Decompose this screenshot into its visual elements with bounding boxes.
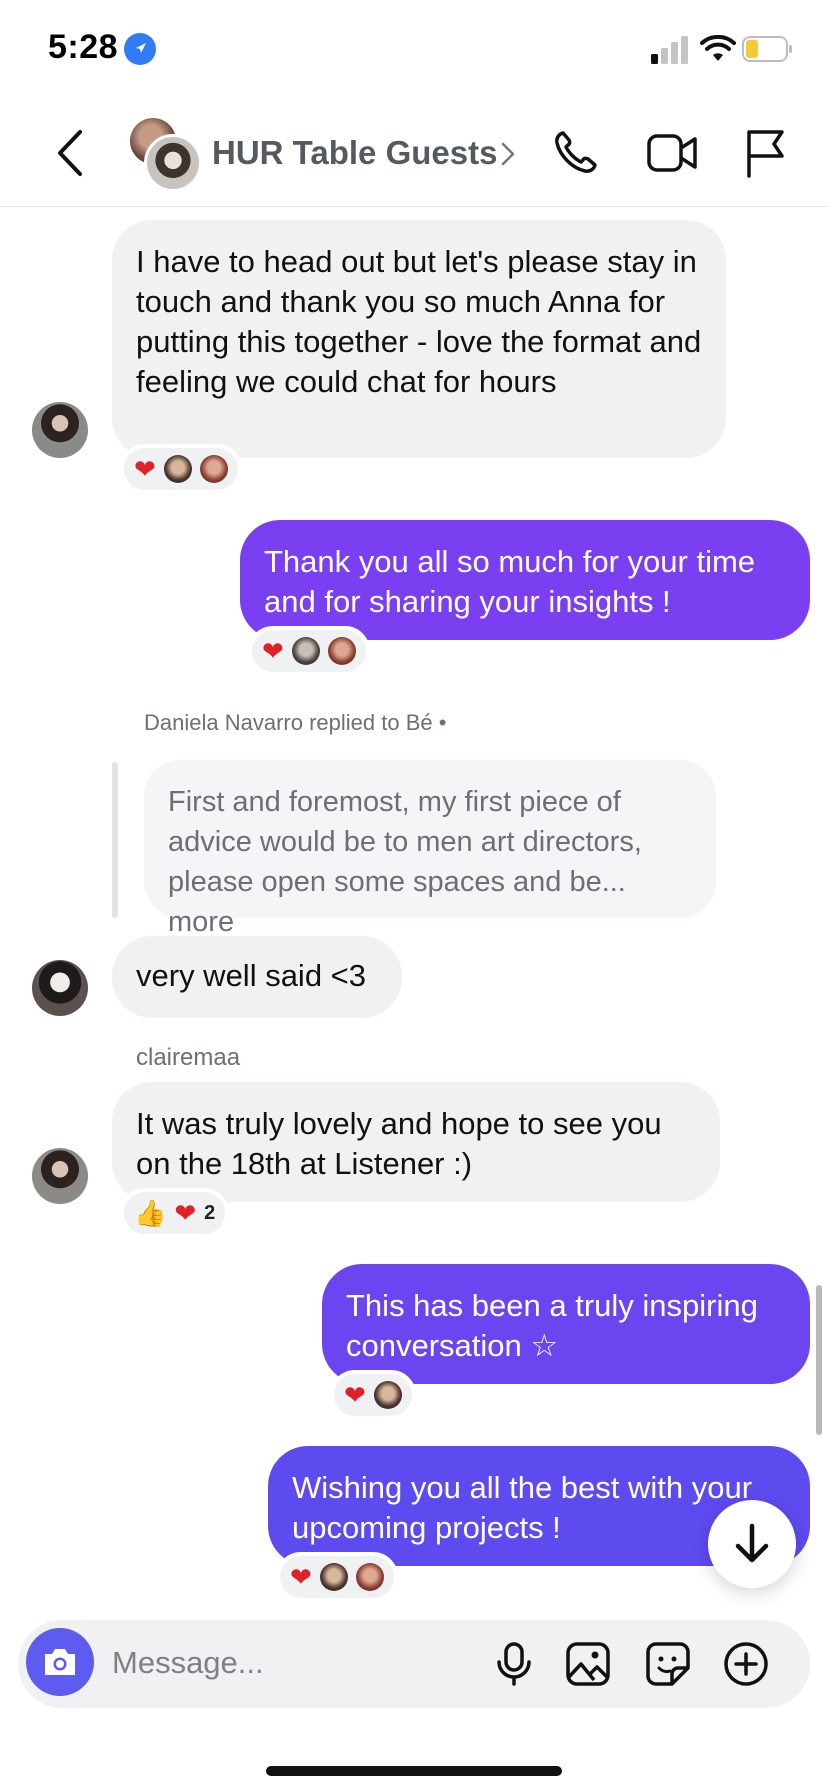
scrollbar[interactable] [816, 1285, 822, 1435]
heart-reaction-icon: ❤ [262, 636, 284, 666]
chevron-right-icon[interactable] [500, 140, 516, 168]
reactor-avatar [291, 637, 320, 665]
message-bubble-incoming[interactable]: I have to head out but let's please stay… [112, 220, 726, 458]
heart-reaction-icon: ❤ [134, 454, 156, 484]
message-text: very well said <3 [136, 958, 367, 993]
home-indicator[interactable] [266, 1766, 562, 1776]
flag-icon[interactable] [744, 128, 786, 178]
message-input[interactable] [110, 1634, 474, 1692]
message-bubble-incoming[interactable]: very well said <3 [112, 936, 402, 1018]
reactor-avatar [373, 1381, 402, 1409]
reaction-count: 2 [204, 1201, 216, 1224]
video-icon[interactable] [646, 130, 698, 176]
back-icon[interactable] [52, 128, 88, 178]
message-reactions[interactable]: ❤ [248, 626, 370, 676]
more-link[interactable]: more [168, 906, 234, 938]
scroll-to-bottom-button[interactable] [708, 1500, 796, 1588]
message-reactions[interactable]: ❤ [120, 444, 242, 494]
status-time: 5:28 [48, 28, 119, 66]
wifi-icon [700, 35, 736, 61]
message-text: This has been a truly inspiring conversa… [346, 1288, 758, 1363]
sticker-icon[interactable] [644, 1640, 692, 1688]
reactor-avatar [327, 637, 356, 665]
message-text: It was truly lovely and hope to see you … [136, 1106, 662, 1181]
phone-icon[interactable] [550, 128, 600, 178]
heart-reaction-icon: ❤ [290, 1562, 312, 1592]
camera-icon [45, 1649, 75, 1675]
location-arrow-icon [124, 33, 156, 65]
message-text: Thank you all so much for your time and … [264, 544, 756, 619]
message-reactions[interactable]: ❤ [276, 1552, 398, 1602]
group-avatar-front [144, 134, 202, 192]
avatar[interactable] [32, 402, 88, 458]
microphone-icon[interactable] [490, 1640, 538, 1688]
message-text: I have to head out but let's please stay… [136, 244, 702, 399]
reactor-avatar [355, 1563, 384, 1591]
avatar[interactable] [32, 1148, 88, 1204]
sender-name: clairemaa [136, 1044, 241, 1071]
reply-quote-bar [112, 762, 118, 918]
image-icon[interactable] [564, 1640, 612, 1688]
reactor-avatar [319, 1563, 348, 1591]
reply-meta: Daniela Navarro replied to Bé • [144, 710, 447, 735]
reactor-avatar [163, 455, 192, 483]
message-text: Wishing you all the best with your upcom… [292, 1470, 753, 1545]
reply-quote-bubble[interactable]: First and foremost, my first piece of ad… [144, 760, 716, 938]
message-reactions[interactable]: ❤ [330, 1370, 416, 1420]
message-reactions[interactable]: 👍 ❤ 2 [120, 1188, 230, 1238]
thumbs-up-reaction-icon: 👍 [134, 1198, 167, 1228]
message-bubble-outgoing[interactable]: Thank you all so much for your time and … [240, 520, 810, 640]
group-title[interactable]: HUR Table Guests [212, 134, 497, 172]
reply-quote-text: First and foremost, my first piece of ad… [168, 786, 642, 898]
message-bubble-incoming[interactable]: It was truly lovely and hope to see you … [112, 1082, 720, 1202]
reactor-avatar [199, 455, 228, 483]
camera-button[interactable] [26, 1628, 94, 1696]
heart-reaction-icon: ❤ [344, 1380, 366, 1410]
message-bubble-outgoing[interactable]: This has been a truly inspiring conversa… [322, 1264, 810, 1384]
cellular-signal-icon [651, 36, 688, 64]
avatar[interactable] [32, 960, 88, 1016]
plus-circle-icon[interactable] [722, 1640, 770, 1688]
arrow-down-icon [735, 1523, 769, 1563]
heart-reaction-icon: ❤ [174, 1198, 197, 1228]
battery-icon [742, 36, 792, 62]
group-avatar[interactable] [126, 118, 202, 192]
